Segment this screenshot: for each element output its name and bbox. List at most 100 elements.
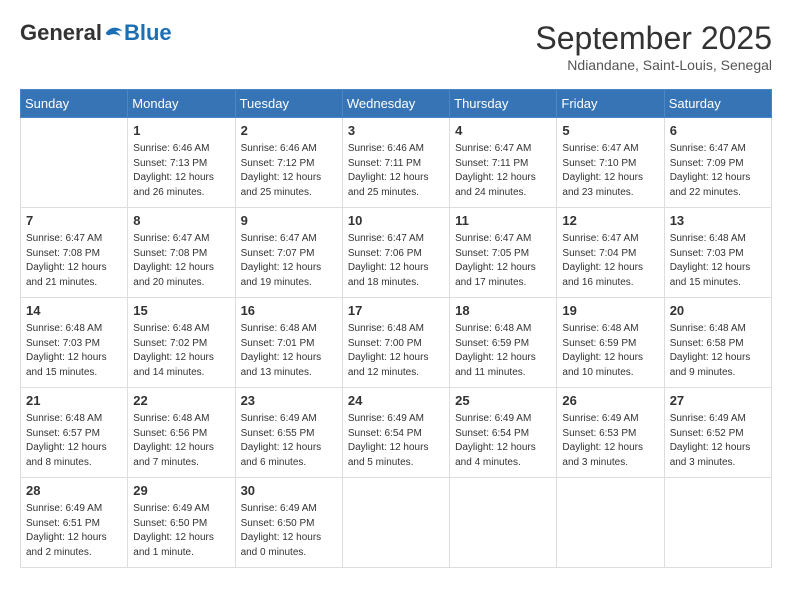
day-info: Sunrise: 6:46 AMSunset: 7:13 PMDaylight:… xyxy=(133,142,229,200)
day-number: 30 xyxy=(241,482,337,500)
calendar-day-cell: 7 Sunrise: 6:47 AMSunset: 7:08 PMDaylight… xyxy=(21,208,128,298)
day-number: 10 xyxy=(348,212,444,230)
calendar-day-cell: 1Sunrise: 6:46 AMSunset: 7:13 PMDaylight… xyxy=(128,118,235,208)
calendar-day-cell: 12 Sunrise: 6:47 AMSunset: 7:04 PMDayligh… xyxy=(557,208,664,298)
day-number: 11 xyxy=(455,212,551,230)
day-info: Sunrise: 6:49 AMSunset: 6:55 PMDaylight:… xyxy=(241,412,337,470)
day-number: 24 xyxy=(348,392,444,410)
calendar-week-row: 7 Sunrise: 6:47 AMSunset: 7:08 PMDaylight… xyxy=(21,208,772,298)
calendar-day-cell: 16 Sunrise: 6:48 AMSunset: 7:01 PMDayligh… xyxy=(235,298,342,388)
day-number: 6 xyxy=(670,122,766,140)
day-info: Sunrise: 6:49 AMSunset: 6:50 PMDaylight:… xyxy=(133,502,229,560)
day-info: Sunrise: 6:46 AMSunset: 7:11 PMDaylight:… xyxy=(348,142,444,200)
calendar-day-cell: 6Sunrise: 6:47 AMSunset: 7:09 PMDaylight… xyxy=(664,118,771,208)
location-subtitle: Ndiandane, Saint-Louis, Senegal xyxy=(535,57,772,73)
calendar-day-cell: 30 Sunrise: 6:49 AMSunset: 6:50 PMDayligh… xyxy=(235,478,342,568)
day-info: Sunrise: 6:47 AMSunset: 7:06 PMDaylight:… xyxy=(348,232,444,290)
day-number: 23 xyxy=(241,392,337,410)
logo-bird-icon xyxy=(104,24,124,42)
calendar-day-cell: 11 Sunrise: 6:47 AMSunset: 7:05 PMDayligh… xyxy=(450,208,557,298)
day-info: Sunrise: 6:49 AMSunset: 6:52 PMDaylight:… xyxy=(670,412,766,470)
logo-blue-text: Blue xyxy=(124,20,172,46)
day-number: 20 xyxy=(670,302,766,320)
calendar-day-cell: 14 Sunrise: 6:48 AMSunset: 7:03 PMDayligh… xyxy=(21,298,128,388)
day-number: 25 xyxy=(455,392,551,410)
month-title: September 2025 xyxy=(535,20,772,57)
day-info: Sunrise: 6:49 AMSunset: 6:53 PMDaylight:… xyxy=(562,412,658,470)
day-number: 7 xyxy=(26,212,122,230)
day-info: Sunrise: 6:48 AMSunset: 7:00 PMDaylight:… xyxy=(348,322,444,380)
day-number: 15 xyxy=(133,302,229,320)
weekday-header: Tuesday xyxy=(235,90,342,118)
day-info: Sunrise: 6:48 AMSunset: 6:57 PMDaylight:… xyxy=(26,412,122,470)
calendar-header-row: SundayMondayTuesdayWednesdayThursdayFrid… xyxy=(21,90,772,118)
day-number: 18 xyxy=(455,302,551,320)
day-info: Sunrise: 6:47 AMSunset: 7:05 PMDaylight:… xyxy=(455,232,551,290)
calendar-day-cell: 15 Sunrise: 6:48 AMSunset: 7:02 PMDayligh… xyxy=(128,298,235,388)
calendar-week-row: 21 Sunrise: 6:48 AMSunset: 6:57 PMDayligh… xyxy=(21,388,772,478)
calendar-day-cell: 8 Sunrise: 6:47 AMSunset: 7:08 PMDaylight… xyxy=(128,208,235,298)
calendar-day-cell: 13Sunrise: 6:48 AMSunset: 7:03 PMDayligh… xyxy=(664,208,771,298)
day-info: Sunrise: 6:47 AMSunset: 7:11 PMDaylight:… xyxy=(455,142,551,200)
day-number: 28 xyxy=(26,482,122,500)
day-info: Sunrise: 6:49 AMSunset: 6:50 PMDaylight:… xyxy=(241,502,337,560)
calendar-day-cell: 3 Sunrise: 6:46 AMSunset: 7:11 PMDaylight… xyxy=(342,118,449,208)
day-info: Sunrise: 6:46 AMSunset: 7:12 PMDaylight:… xyxy=(241,142,337,200)
calendar-table: SundayMondayTuesdayWednesdayThursdayFrid… xyxy=(20,89,772,568)
day-info: Sunrise: 6:47 AMSunset: 7:07 PMDaylight:… xyxy=(241,232,337,290)
calendar-day-cell xyxy=(664,478,771,568)
calendar-day-cell: 2 Sunrise: 6:46 AMSunset: 7:12 PMDaylight… xyxy=(235,118,342,208)
calendar-week-row: 14 Sunrise: 6:48 AMSunset: 7:03 PMDayligh… xyxy=(21,298,772,388)
page-header: General Blue September 2025 Ndiandane, S… xyxy=(20,20,772,73)
weekday-header: Thursday xyxy=(450,90,557,118)
calendar-day-cell: 18 Sunrise: 6:48 AMSunset: 6:59 PMDayligh… xyxy=(450,298,557,388)
calendar-day-cell xyxy=(342,478,449,568)
calendar-day-cell: 29 Sunrise: 6:49 AMSunset: 6:50 PMDayligh… xyxy=(128,478,235,568)
title-area: September 2025 Ndiandane, Saint-Louis, S… xyxy=(535,20,772,73)
day-number: 17 xyxy=(348,302,444,320)
day-number: 21 xyxy=(26,392,122,410)
calendar-day-cell: 4 Sunrise: 6:47 AMSunset: 7:11 PMDaylight… xyxy=(450,118,557,208)
calendar-week-row: 28 Sunrise: 6:49 AMSunset: 6:51 PMDayligh… xyxy=(21,478,772,568)
day-info: Sunrise: 6:47 AMSunset: 7:08 PMDaylight:… xyxy=(26,232,122,290)
day-info: Sunrise: 6:49 AMSunset: 6:54 PMDaylight:… xyxy=(455,412,551,470)
weekday-header: Wednesday xyxy=(342,90,449,118)
logo: General Blue xyxy=(20,20,172,46)
day-info: Sunrise: 6:48 AMSunset: 7:03 PMDaylight:… xyxy=(26,322,122,380)
day-number: 2 xyxy=(241,122,337,140)
calendar-day-cell: 20Sunrise: 6:48 AMSunset: 6:58 PMDayligh… xyxy=(664,298,771,388)
day-number: 12 xyxy=(562,212,658,230)
weekday-header: Saturday xyxy=(664,90,771,118)
day-number: 19 xyxy=(562,302,658,320)
calendar-day-cell: 10 Sunrise: 6:47 AMSunset: 7:06 PMDayligh… xyxy=(342,208,449,298)
calendar-day-cell: 17 Sunrise: 6:48 AMSunset: 7:00 PMDayligh… xyxy=(342,298,449,388)
day-number: 29 xyxy=(133,482,229,500)
day-info: Sunrise: 6:48 AMSunset: 6:59 PMDaylight:… xyxy=(455,322,551,380)
day-number: 14 xyxy=(26,302,122,320)
calendar-day-cell: 24Sunrise: 6:49 AMSunset: 6:54 PMDayligh… xyxy=(342,388,449,478)
day-number: 13 xyxy=(670,212,766,230)
day-info: Sunrise: 6:47 AMSunset: 7:04 PMDaylight:… xyxy=(562,232,658,290)
day-number: 16 xyxy=(241,302,337,320)
day-number: 22 xyxy=(133,392,229,410)
day-info: Sunrise: 6:48 AMSunset: 7:02 PMDaylight:… xyxy=(133,322,229,380)
calendar-day-cell: 26 Sunrise: 6:49 AMSunset: 6:53 PMDayligh… xyxy=(557,388,664,478)
day-info: Sunrise: 6:49 AMSunset: 6:51 PMDaylight:… xyxy=(26,502,122,560)
weekday-header: Sunday xyxy=(21,90,128,118)
day-number: 26 xyxy=(562,392,658,410)
day-info: Sunrise: 6:48 AMSunset: 7:01 PMDaylight:… xyxy=(241,322,337,380)
calendar-day-cell: 5Sunrise: 6:47 AMSunset: 7:10 PMDaylight… xyxy=(557,118,664,208)
day-info: Sunrise: 6:47 AMSunset: 7:08 PMDaylight:… xyxy=(133,232,229,290)
calendar-day-cell: 9Sunrise: 6:47 AMSunset: 7:07 PMDaylight… xyxy=(235,208,342,298)
calendar-day-cell: 23 Sunrise: 6:49 AMSunset: 6:55 PMDayligh… xyxy=(235,388,342,478)
day-number: 4 xyxy=(455,122,551,140)
day-number: 3 xyxy=(348,122,444,140)
calendar-day-cell: 25 Sunrise: 6:49 AMSunset: 6:54 PMDayligh… xyxy=(450,388,557,478)
day-info: Sunrise: 6:48 AMSunset: 6:56 PMDaylight:… xyxy=(133,412,229,470)
calendar-day-cell xyxy=(450,478,557,568)
calendar-week-row: 1Sunrise: 6:46 AMSunset: 7:13 PMDaylight… xyxy=(21,118,772,208)
calendar-day-cell: 27Sunrise: 6:49 AMSunset: 6:52 PMDayligh… xyxy=(664,388,771,478)
day-info: Sunrise: 6:47 AMSunset: 7:10 PMDaylight:… xyxy=(562,142,658,200)
logo-general-text: General xyxy=(20,20,102,46)
day-number: 8 xyxy=(133,212,229,230)
